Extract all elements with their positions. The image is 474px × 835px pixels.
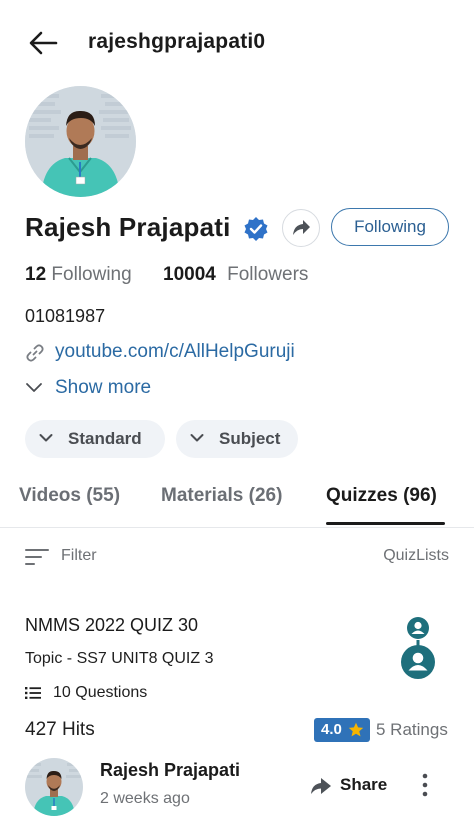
question-count-label: 10 Questions: [53, 684, 148, 701]
rating-badge: 4.0: [314, 718, 370, 742]
profile-username: rajeshgprajapati0: [88, 30, 266, 53]
following-button[interactable]: Following: [331, 208, 449, 246]
author-name[interactable]: Rajesh Prajapati: [100, 760, 240, 781]
followers-count: 10004: [163, 264, 216, 285]
author-avatar[interactable]: [25, 758, 83, 816]
chevron-down-icon: [190, 434, 204, 442]
chevron-down-icon: [39, 434, 53, 442]
profile-link-text[interactable]: youtube.com/c/AllHelpGuruji: [55, 341, 295, 363]
tab-videos[interactable]: Videos (55): [19, 485, 120, 507]
following-label: Following: [51, 264, 132, 285]
star-icon: [348, 722, 364, 737]
filter-button[interactable]: Filter: [61, 547, 97, 565]
quiz-card[interactable]: NMMS 2022 QUIZ 30 Topic - SS7 UNIT8 QUIZ…: [0, 600, 474, 835]
following-stat[interactable]: 12 Following: [25, 264, 132, 286]
show-more-label: Show more: [55, 377, 152, 398]
share-label: Share: [340, 775, 388, 794]
ratings-count: 5 Ratings: [376, 720, 448, 739]
arrow-left-icon: [29, 31, 58, 55]
active-tab-indicator: [326, 522, 445, 525]
chip-label: Subject: [219, 429, 281, 448]
back-button[interactable]: [26, 26, 60, 60]
chip-subject[interactable]: Subject: [176, 420, 298, 458]
share-profile-button[interactable]: [282, 209, 320, 247]
quiz-topic: Topic - SS7 UNIT8 QUIZ 3: [25, 650, 214, 667]
more-options-icon[interactable]: [416, 771, 434, 799]
chip-standard[interactable]: Standard: [25, 420, 165, 458]
share-arrow-icon: [311, 778, 331, 794]
share-button[interactable]: Share: [308, 773, 388, 799]
profile-avatar[interactable]: [25, 86, 136, 197]
quiz-users-icon: [396, 616, 440, 682]
posted-time: 2 weeks ago: [100, 790, 190, 807]
chevron-down-icon: [26, 383, 42, 392]
chip-label: Standard: [68, 429, 142, 448]
show-more-toggle[interactable]: Show more: [25, 376, 225, 402]
top-app-bar: rajeshgprajapati0: [0, 0, 474, 88]
profile-stats: 12 Following 10004 Followers: [25, 264, 455, 288]
quiz-title[interactable]: NMMS 2022 QUIZ 30: [25, 615, 198, 636]
content-tabs: Videos (55) Materials (26) Quizzes (96): [0, 476, 474, 528]
profile-name: Rajesh Prajapati: [25, 212, 231, 242]
tab-materials[interactable]: Materials (26): [161, 485, 282, 507]
quizlists-link[interactable]: QuizLists: [383, 547, 449, 565]
profile-bio: 01081987: [25, 306, 106, 326]
followers-stat[interactable]: 10004 Followers: [163, 264, 308, 286]
verified-badge-icon: [243, 216, 269, 242]
quiz-hits: 427 Hits: [25, 719, 95, 740]
followers-label: Followers: [227, 264, 309, 285]
filter-icon[interactable]: [25, 548, 49, 566]
tab-quizzes[interactable]: Quizzes (96): [326, 485, 437, 507]
list-icon: [25, 687, 41, 699]
profile-link[interactable]: youtube.com/c/AllHelpGuruji: [25, 340, 445, 366]
profile-name-row: Rajesh Prajapati Following: [25, 206, 455, 250]
link-icon: [26, 344, 44, 362]
rating-value: 4.0: [321, 721, 342, 738]
question-count: 10 Questions: [25, 683, 225, 705]
share-arrow-icon: [293, 220, 310, 235]
following-count: 12: [25, 264, 47, 285]
filter-bar: Filter QuizLists: [0, 540, 474, 576]
